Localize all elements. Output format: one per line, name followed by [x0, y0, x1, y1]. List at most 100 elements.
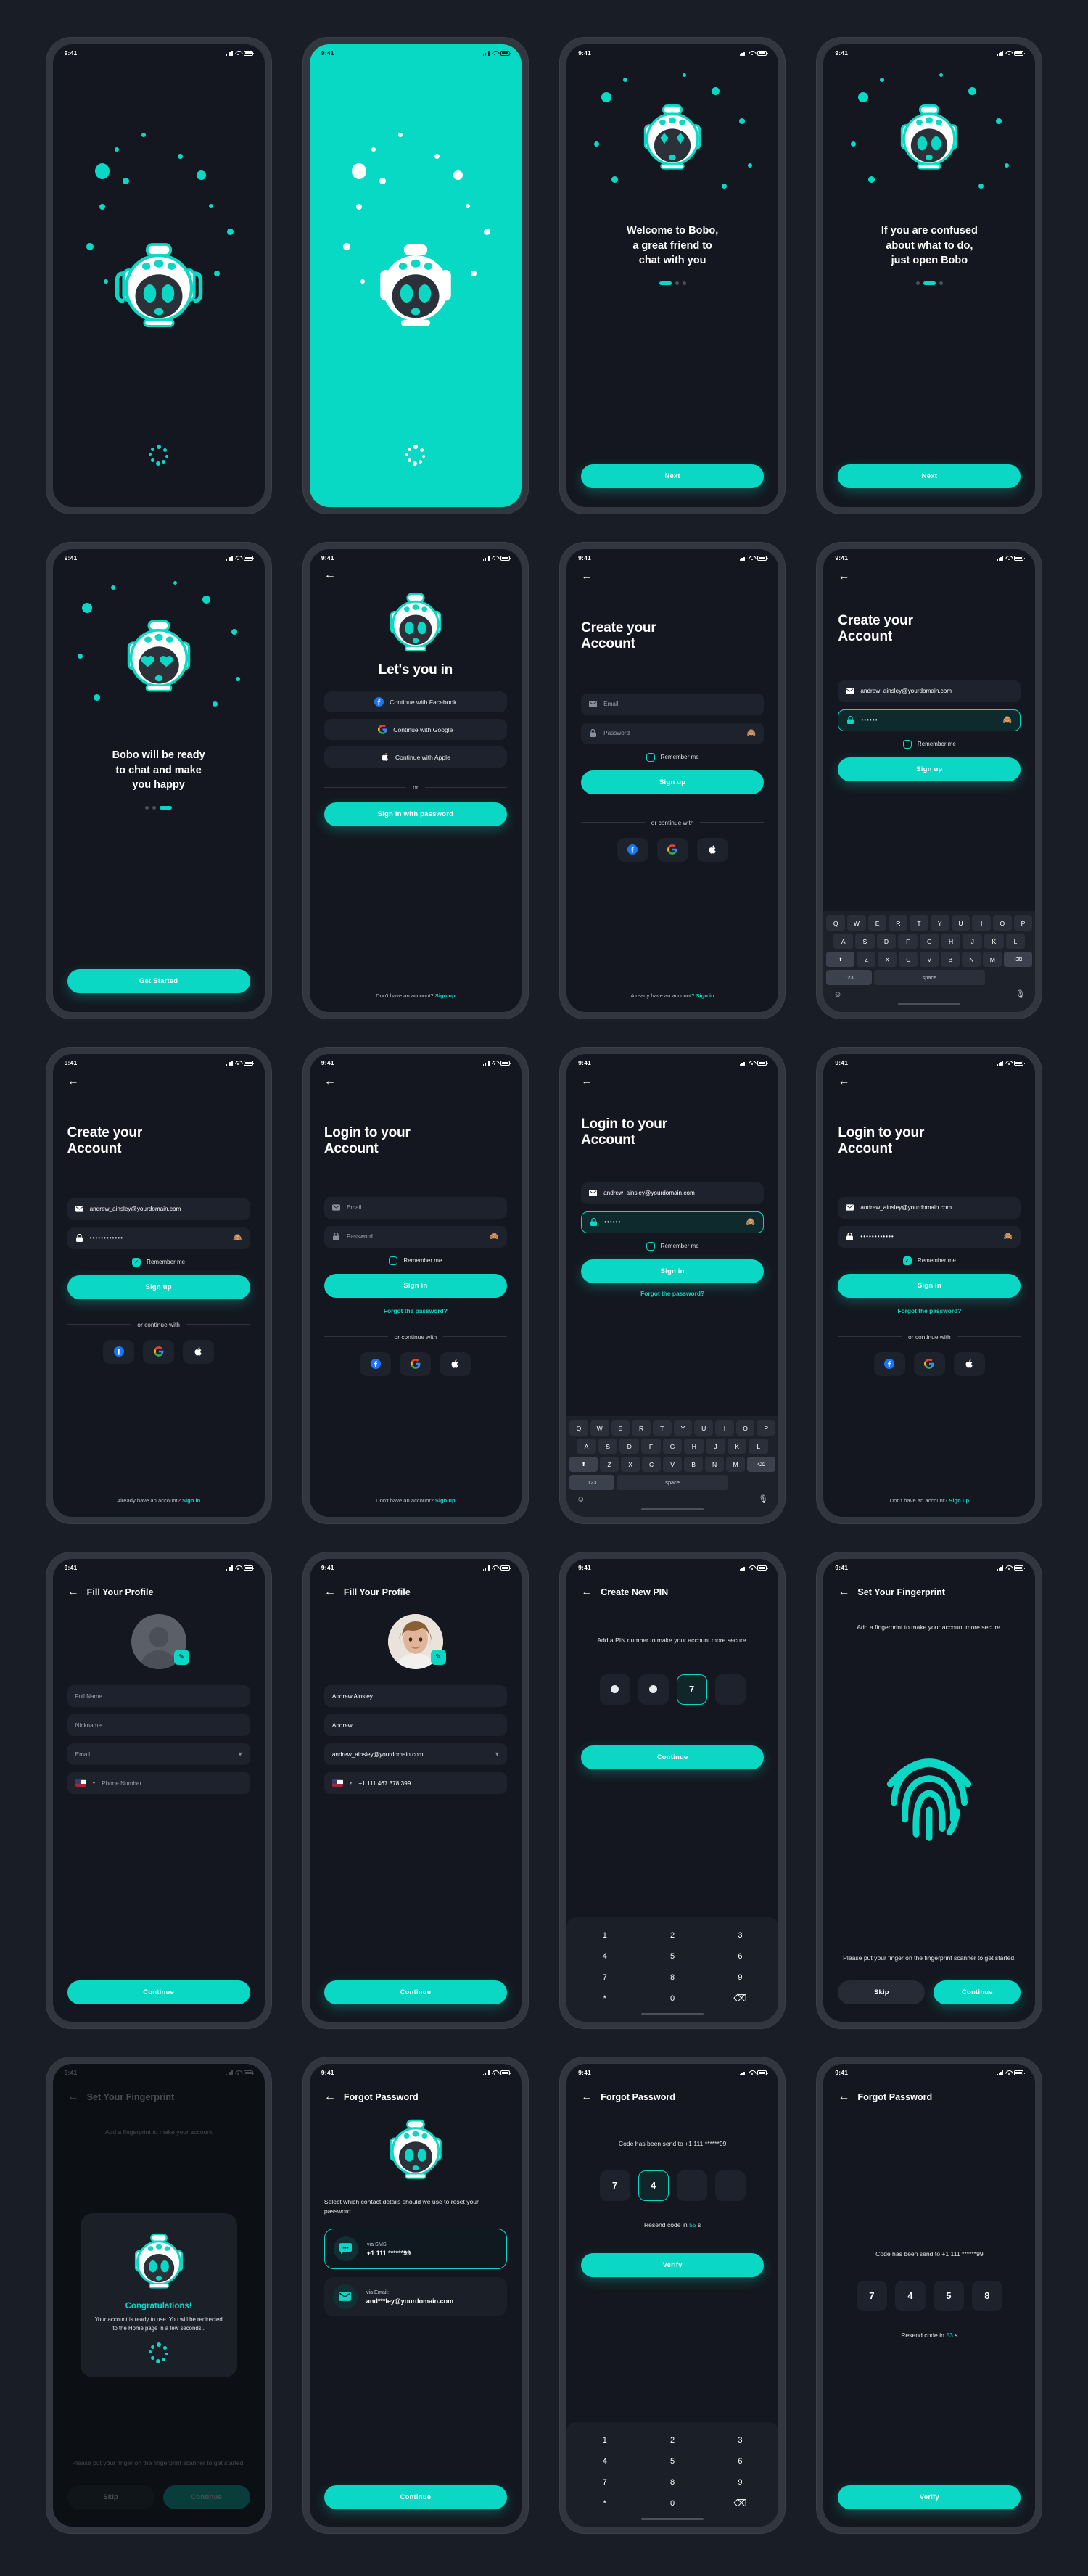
key-q[interactable]: Q	[569, 1420, 588, 1436]
password-field[interactable]: Password 🙈	[323, 1225, 507, 1248]
verify-button[interactable]: Verify	[838, 2485, 1021, 2510]
shift-key[interactable]: ⬆	[569, 1457, 598, 1472]
emoji-icon[interactable]: ☺	[833, 990, 841, 999]
email-field[interactable]: andrew_ainsley@yourdomain.com	[67, 1198, 250, 1220]
chevron-down-icon[interactable]: ▾	[495, 1750, 499, 1758]
key-s[interactable]: S	[855, 934, 875, 949]
sign-up-button[interactable]: Sign up	[67, 1275, 250, 1299]
key-t[interactable]: T	[910, 915, 928, 931]
forgot-password-link[interactable]: Forgot the password?	[566, 1290, 778, 1297]
key-i[interactable]: I	[715, 1420, 734, 1436]
key-k[interactable]: K	[727, 1439, 747, 1454]
keypad-5[interactable]: 5	[638, 1946, 706, 1967]
chevron-down-icon[interactable]: ▾	[239, 1750, 242, 1758]
edit-pencil-icon[interactable]: ✎	[430, 1650, 446, 1665]
key-q[interactable]: Q	[826, 915, 846, 931]
keypad-3[interactable]: 3	[706, 2429, 774, 2451]
key-c[interactable]: C	[642, 1457, 662, 1472]
otp-box-2[interactable]: 4	[638, 2170, 669, 2201]
key-j[interactable]: J	[706, 1439, 725, 1454]
continue-button[interactable]: Continue	[323, 2485, 507, 2509]
next-button[interactable]: Next	[838, 464, 1021, 488]
key-a[interactable]: A	[577, 1439, 596, 1454]
numbers-key[interactable]: 123	[569, 1475, 615, 1490]
key-g[interactable]: G	[662, 1439, 683, 1454]
key-m[interactable]: M	[983, 952, 1002, 967]
back-arrow-icon[interactable]: ←	[838, 1076, 849, 1087]
sign-up-button[interactable]: Sign up	[581, 770, 765, 794]
remember-me-row[interactable]: Remember me	[310, 1256, 522, 1265]
facebook-button[interactable]	[617, 837, 648, 862]
toggle-password-visibility-icon[interactable]: 🙈	[1003, 716, 1012, 724]
key-z[interactable]: Z	[857, 952, 876, 967]
continue-button[interactable]: Continue	[323, 1980, 507, 2004]
toggle-password-visibility-icon[interactable]: 🙈	[1004, 1233, 1013, 1240]
otp-box-3[interactable]: 5	[933, 2280, 964, 2311]
skip-button[interactable]: Skip	[838, 1980, 926, 2004]
verify-button[interactable]: Verify	[581, 2252, 765, 2277]
key-v[interactable]: V	[920, 952, 939, 967]
sign-up-link[interactable]: Sign up	[435, 992, 456, 999]
remember-me-row[interactable]: ✓ Remember me	[823, 1256, 1035, 1265]
keypad-6[interactable]: 6	[706, 2451, 774, 2472]
otp-box-4[interactable]: 8	[971, 2280, 1002, 2311]
emoji-icon[interactable]: ☺	[577, 1495, 585, 1504]
key-p[interactable]: P	[1013, 915, 1033, 931]
sign-up-button[interactable]: Sign up	[838, 757, 1021, 781]
remember-me-checkbox[interactable]	[902, 739, 912, 749]
pin-box-4[interactable]	[714, 1674, 746, 1705]
continue-button[interactable]: Continue	[934, 1980, 1021, 2004]
continue-button[interactable]: Continue	[581, 1745, 765, 1769]
keypad-backspace-icon[interactable]: ⌫	[706, 1988, 774, 2009]
keypad-9[interactable]: 9	[706, 2472, 774, 2493]
remember-me-checkbox[interactable]	[646, 1241, 655, 1251]
full-name-field[interactable]: Full Name	[67, 1685, 250, 1707]
sign-in-with-password-button[interactable]: Sign in with password	[323, 802, 507, 827]
back-arrow-icon[interactable]: ←	[838, 2091, 849, 2103]
key-b[interactable]: B	[941, 952, 960, 967]
keypad-asterisk[interactable]: *	[571, 2493, 638, 2514]
apple-button[interactable]	[183, 1339, 215, 1364]
keypad-2[interactable]: 2	[638, 2429, 706, 2451]
back-arrow-icon[interactable]: ←	[67, 1587, 79, 1598]
nickname-field[interactable]: Andrew	[323, 1714, 507, 1736]
password-field[interactable]: Password 🙈	[581, 722, 765, 744]
nickname-field[interactable]: Nickname	[67, 1714, 250, 1736]
key-o[interactable]: O	[992, 915, 1012, 931]
password-field[interactable]: •••••••••••• 🙈	[838, 1225, 1021, 1248]
apple-button[interactable]	[953, 1351, 985, 1376]
google-button[interactable]	[143, 1339, 175, 1364]
keypad-backspace-icon[interactable]: ⌫	[706, 2493, 774, 2514]
email-field[interactable]: andrew_ainsley@yourdomain.com	[581, 1182, 765, 1204]
space-key[interactable]: space	[873, 970, 986, 985]
country-chevron-icon[interactable]: ▾	[350, 1780, 353, 1786]
keypad-8[interactable]: 8	[638, 1967, 706, 1988]
key-p[interactable]: P	[757, 1420, 776, 1436]
back-arrow-icon[interactable]: ←	[838, 1587, 849, 1598]
email-field[interactable]: andrew_ainsley@yourdomain.com ▾	[323, 1743, 507, 1765]
sign-in-link[interactable]: Sign in	[696, 992, 714, 999]
email-field[interactable]: Email	[581, 693, 765, 715]
apple-button[interactable]	[696, 837, 728, 862]
key-s[interactable]: S	[598, 1439, 618, 1454]
key-t[interactable]: T	[652, 1420, 672, 1436]
keypad-asterisk[interactable]: *	[571, 1988, 638, 2009]
option-via-sms[interactable]: via SMS: +1 111 ******99	[323, 2228, 507, 2269]
toggle-password-visibility-icon[interactable]: 🙈	[746, 1218, 755, 1226]
keypad-7[interactable]: 7	[571, 1967, 638, 1988]
email-field[interactable]: andrew_ainsley@yourdomain.com	[838, 680, 1021, 702]
keypad-5[interactable]: 5	[638, 2451, 706, 2472]
continue-button[interactable]: Continue	[67, 1980, 250, 2004]
otp-box-3[interactable]	[676, 2170, 707, 2201]
key-m[interactable]: M	[726, 1457, 746, 1472]
keypad-0[interactable]: 0	[638, 1988, 706, 2009]
sign-in-button[interactable]: Sign in	[838, 1273, 1021, 1298]
key-o[interactable]: O	[735, 1420, 755, 1436]
key-f[interactable]: F	[898, 934, 918, 949]
back-arrow-icon[interactable]: ←	[581, 1587, 593, 1598]
keypad-7[interactable]: 7	[571, 2472, 638, 2493]
backspace-key[interactable]: ⌫	[747, 1457, 776, 1472]
key-d[interactable]: D	[619, 1439, 640, 1454]
key-w[interactable]: W	[847, 915, 866, 931]
keypad-8[interactable]: 8	[638, 2472, 706, 2493]
